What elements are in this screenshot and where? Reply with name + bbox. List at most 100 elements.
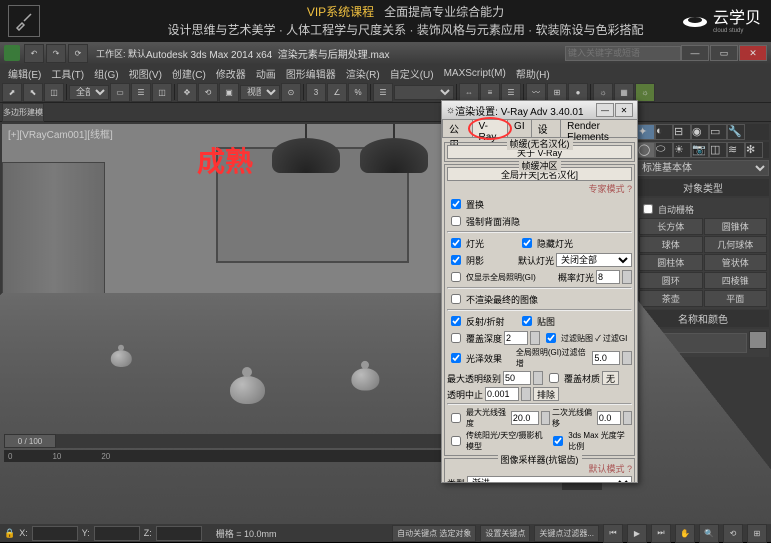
unlink-icon[interactable]: ⬉ — [23, 83, 43, 102]
dialog-close[interactable]: ✕ — [615, 103, 633, 117]
shadows-check[interactable] — [451, 255, 461, 265]
play-icon[interactable]: ▶ — [627, 524, 647, 543]
displacement-check[interactable] — [451, 199, 461, 209]
legacy-check[interactable] — [451, 436, 461, 446]
override-mtl-check[interactable] — [549, 373, 559, 383]
cameras-icon[interactable]: 📷 — [691, 142, 709, 158]
bind-icon[interactable]: ◫ — [44, 83, 64, 102]
app-menu-icon[interactable] — [4, 45, 20, 61]
viewport-label[interactable]: [+][VRayCam001][线框] — [8, 126, 113, 141]
y-input[interactable] — [94, 526, 140, 541]
layers-icon[interactable]: ☰ — [501, 83, 521, 102]
reflect-check[interactable] — [451, 316, 461, 326]
select-region-icon[interactable]: ◫ — [152, 83, 172, 102]
tab-elements[interactable]: Render Elements — [560, 119, 638, 137]
hidden-lights-check[interactable] — [522, 238, 532, 248]
maximize-vp-icon[interactable]: ⊞ — [747, 524, 767, 543]
render-icon[interactable]: ☼ — [635, 83, 655, 102]
render-setup-icon[interactable]: ☼ — [593, 83, 613, 102]
z-input[interactable] — [156, 526, 202, 541]
cylinder-button[interactable]: 圆柱体 — [639, 254, 703, 271]
depth-input[interactable] — [504, 331, 528, 345]
qat-icons[interactable]: ↶↷⟳ — [24, 44, 88, 63]
physical-check[interactable] — [553, 436, 563, 446]
time-slider-handle[interactable]: 0 / 100 — [4, 434, 56, 448]
sec-ray-input[interactable] — [597, 411, 621, 425]
lights-icon[interactable]: ☀ — [673, 142, 691, 158]
exclude-button[interactable]: 排除 — [533, 387, 559, 401]
utilities-tab-icon[interactable]: 🔧 — [727, 124, 745, 140]
tab-vray[interactable]: V-Ray — [472, 119, 509, 137]
torus-button[interactable]: 圆环 — [639, 272, 703, 289]
spinner-icon[interactable] — [622, 270, 632, 284]
pivot-icon[interactable]: ⊙ — [281, 83, 301, 102]
modify-tab-icon[interactable]: ◐ — [655, 124, 673, 140]
autogrid-check[interactable] — [643, 204, 653, 214]
plane-button[interactable]: 平面 — [704, 290, 768, 307]
geosphere-button[interactable]: 几何球体 — [704, 236, 768, 253]
no-final-check[interactable] — [451, 294, 461, 304]
filter-maps-check[interactable] — [546, 333, 556, 343]
create-tab-icon[interactable]: ✦ — [637, 124, 655, 140]
depth-check[interactable] — [451, 333, 461, 343]
spinner-icon[interactable] — [622, 351, 632, 365]
minimize-button[interactable]: — — [681, 45, 709, 61]
sphere-button[interactable]: 球体 — [639, 236, 703, 253]
max-ray-check[interactable] — [451, 413, 461, 423]
default-lights-select[interactable]: 关闭全部 — [556, 253, 632, 267]
spinner-icon[interactable] — [541, 411, 550, 425]
teapot-button[interactable]: 茶壶 — [639, 290, 703, 307]
menu-modifiers[interactable]: 修改器 — [212, 66, 250, 81]
menu-group[interactable]: 组(G) — [90, 66, 122, 81]
play-next-icon[interactable]: ⏭ — [651, 524, 671, 543]
pyramid-button[interactable]: 四棱锥 — [704, 272, 768, 289]
systems-icon[interactable]: ✻ — [745, 142, 763, 158]
dialog-minimize[interactable]: — — [596, 103, 614, 117]
maximize-button[interactable]: ▭ — [710, 45, 738, 61]
set-key-button[interactable]: 设置关键点 — [480, 525, 530, 542]
percent-snap-icon[interactable]: % — [348, 83, 368, 102]
menu-render[interactable]: 渲染(R) — [342, 66, 384, 81]
color-swatch[interactable] — [749, 331, 767, 349]
close-button[interactable]: ✕ — [739, 45, 767, 61]
shapes-icon[interactable]: ⬭ — [655, 142, 673, 158]
object-type-header[interactable]: 对象类型 — [637, 179, 769, 196]
primitive-dropdown[interactable]: 标准基本体 — [637, 160, 769, 176]
prob-lights-input[interactable] — [596, 270, 620, 284]
spinner-icon[interactable] — [623, 411, 632, 425]
max-ray-input[interactable] — [511, 411, 539, 425]
tube-button[interactable]: 管状体 — [704, 254, 768, 271]
space-icon[interactable]: ≋ — [727, 142, 745, 158]
lights-check[interactable] — [451, 238, 461, 248]
menu-maxscript[interactable]: MAXScript(M) — [440, 68, 510, 79]
orbit-icon[interactable]: ⟲ — [723, 524, 743, 543]
select-name-icon[interactable]: ☰ — [131, 83, 151, 102]
graphite-btn[interactable]: 多边形建模 — [2, 103, 44, 122]
rotate-icon[interactable]: ⟲ — [198, 83, 218, 102]
gi-mult-input[interactable] — [592, 351, 620, 365]
expert-mode-link[interactable]: 专家模式 ? — [588, 182, 632, 195]
key-filter-button[interactable]: 关键点过滤器... — [534, 525, 599, 542]
max-transp-input[interactable] — [503, 371, 531, 385]
pan-icon[interactable]: ✋ — [675, 524, 695, 543]
menu-views[interactable]: 视图(V) — [125, 66, 166, 81]
selection-filter[interactable]: 全部 — [69, 85, 109, 100]
help-search-input[interactable] — [565, 46, 681, 61]
menu-create[interactable]: 创建(C) — [168, 66, 210, 81]
maps-check[interactable] — [522, 316, 532, 326]
select-link-icon[interactable]: ⬈ — [2, 83, 22, 102]
display-tab-icon[interactable]: ▭ — [709, 124, 727, 140]
geom-icon[interactable]: ◯ — [637, 142, 655, 158]
sampler-type-select[interactable]: 渐进 — [467, 476, 632, 482]
mirror-icon[interactable]: ⇔ — [459, 83, 479, 102]
play-prev-icon[interactable]: ⏮ — [603, 524, 623, 543]
curve-editor-icon[interactable]: 〰 — [526, 83, 546, 102]
menu-customize[interactable]: 自定义(U) — [386, 66, 438, 81]
scale-icon[interactable]: ▣ — [219, 83, 239, 102]
transp-input[interactable] — [485, 387, 519, 401]
named-sel-set[interactable] — [394, 85, 454, 100]
auto-key-button[interactable]: 自动关键点 选定对象 — [392, 525, 476, 542]
menu-animation[interactable]: 动画 — [252, 66, 280, 81]
spinner-icon[interactable] — [521, 387, 531, 401]
cone-button[interactable]: 圆锥体 — [704, 218, 768, 235]
